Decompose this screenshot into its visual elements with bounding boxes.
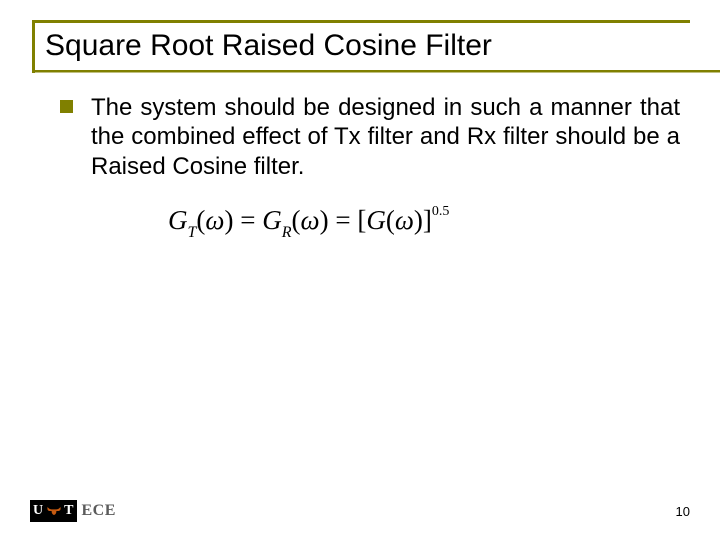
eq-rb: ]: [423, 205, 432, 235]
page-number: 10: [676, 504, 690, 519]
eq-lb: [: [357, 205, 366, 235]
eq-omega-1: ω: [205, 205, 224, 235]
eq-fn-g: G: [366, 205, 386, 235]
bullet-text: The system should be designed in such a …: [91, 93, 680, 181]
logo-ece-text: ECE: [77, 502, 115, 520]
logo: U T ECE: [30, 500, 116, 522]
eq-exp: 0.5: [432, 204, 450, 219]
logo-ut-text-u: U: [33, 503, 44, 519]
slide-title: Square Root Raised Cosine Filter: [45, 29, 680, 63]
title-box: Square Root Raised Cosine Filter: [32, 20, 690, 73]
eq-eq-1: =: [240, 205, 255, 235]
eq-fn-gt: G: [168, 205, 188, 235]
content-area: The system should be designed in such a …: [30, 73, 690, 240]
longhorn-icon: [46, 506, 62, 516]
eq-lp-3: (: [386, 205, 395, 235]
eq-lp-2: (: [292, 205, 301, 235]
logo-ut-text-t: T: [64, 503, 74, 519]
eq-rp-2: ): [320, 205, 329, 235]
eq-fn-gr: G: [262, 205, 282, 235]
bullet-item: The system should be designed in such a …: [60, 93, 680, 181]
equation: GT(ω) = GR(ω) = [G(ω)]0.5: [168, 205, 680, 240]
eq-sub-t: T: [188, 224, 197, 241]
eq-eq-2: =: [335, 205, 350, 235]
eq-sub-r: R: [282, 224, 292, 241]
eq-omega-2: ω: [301, 205, 320, 235]
eq-omega-3: ω: [395, 205, 414, 235]
slide: Square Root Raised Cosine Filter The sys…: [0, 0, 720, 540]
title-underline: [35, 70, 720, 73]
eq-rp-3: ): [414, 205, 423, 235]
logo-ut-box: U T: [30, 500, 77, 522]
eq-rp-1: ): [224, 205, 233, 235]
bullet-icon: [60, 100, 73, 113]
footer: U T ECE 10: [30, 500, 690, 522]
